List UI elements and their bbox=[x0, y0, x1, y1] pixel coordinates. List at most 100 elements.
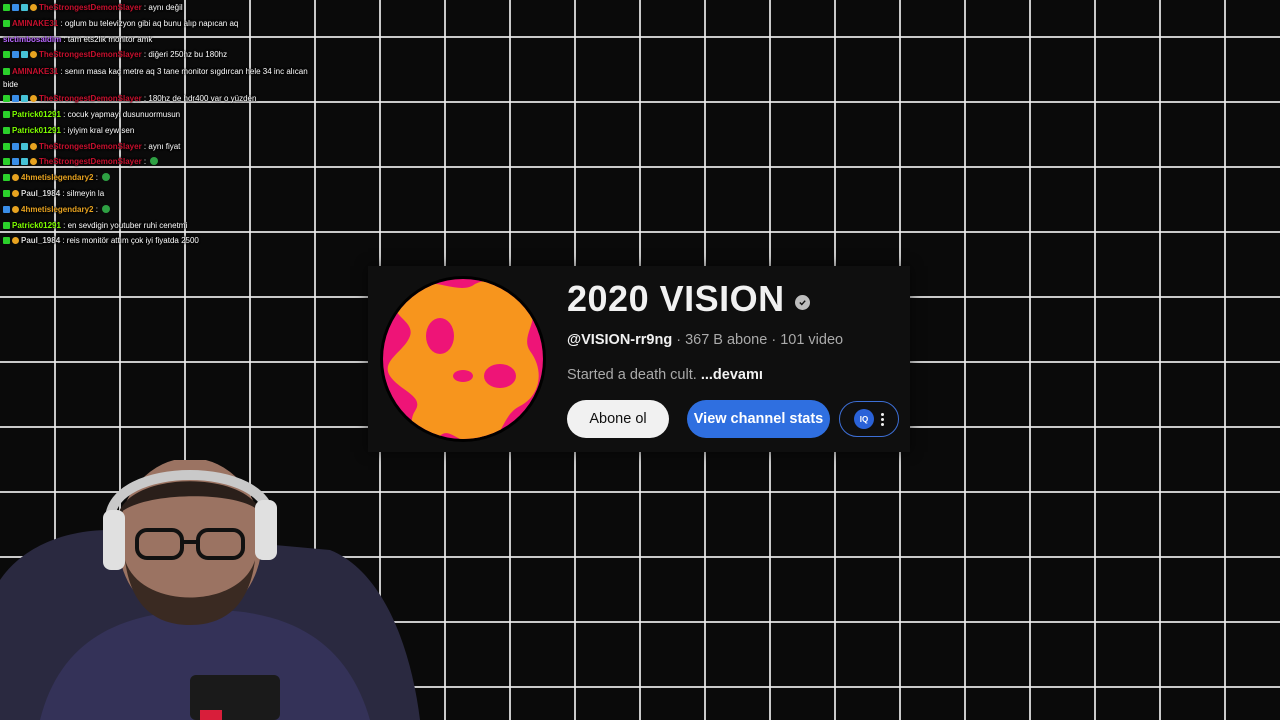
chat-username[interactable]: Patrick01291 bbox=[12, 221, 61, 230]
chat-username[interactable]: Patrick01291 bbox=[12, 126, 61, 135]
chat-text: : diğeri 250hz bu 180hz bbox=[141, 50, 228, 60]
chat-message: AMINAKE31 : oglum bu televizyon gibi aq … bbox=[0, 16, 330, 32]
chat-message: 4hmetislegendary2 : bbox=[0, 170, 330, 186]
chat-message: AMINAKE31 : senın masa kaç metre aq 3 ta… bbox=[0, 63, 323, 91]
chat-username[interactable]: AMINAKE31 bbox=[12, 67, 58, 76]
chat-text: : 180hz de hdr400 var o yüzden bbox=[141, 94, 257, 104]
chat-username[interactable]: TheStrongestDemonSlayer bbox=[39, 94, 142, 103]
verified-check-icon bbox=[794, 294, 810, 310]
green-badge-icon bbox=[3, 142, 10, 150]
cyan-badge-icon bbox=[21, 95, 28, 103]
chat-username[interactable]: Paul_1984 bbox=[21, 189, 60, 198]
chat-message: Paul_1984 : silmeyin la bbox=[0, 186, 330, 202]
iq-logo-icon: IQ bbox=[854, 409, 874, 429]
green-badge-icon bbox=[3, 51, 10, 59]
cyan-badge-icon bbox=[21, 4, 28, 11]
green-badge-icon bbox=[3, 174, 10, 182]
channel-title: 2020 VISION bbox=[567, 278, 785, 319]
view-channel-stats-button[interactable]: View channel stats bbox=[687, 400, 830, 438]
chat-overlay: TheStrongestDemonSlayer : aynı değil AMIN… bbox=[0, 0, 330, 249]
chat-username[interactable]: Paul_1984 bbox=[21, 236, 60, 245]
chat-text: : bbox=[93, 173, 98, 183]
chat-username[interactable]: AMINAKE31 bbox=[12, 19, 58, 28]
chat-username[interactable]: 4hmetislegendary2 bbox=[21, 205, 93, 214]
orange-badge-icon bbox=[30, 95, 37, 103]
chat-message: TheStrongestDemonSlayer : bbox=[0, 154, 330, 170]
blue-badge-icon bbox=[12, 158, 19, 166]
more-link[interactable]: ...devamı bbox=[701, 367, 763, 383]
avatar-dot bbox=[453, 370, 473, 382]
title-row: 2020 VISION bbox=[567, 278, 810, 320]
green-badge-icon bbox=[3, 110, 10, 118]
chat-message: Patrick01291 : iyiyim kral eyw sen bbox=[0, 123, 330, 139]
orange-badge-icon bbox=[30, 142, 37, 150]
blue-badge-icon bbox=[12, 51, 19, 59]
channel-meta: @VISION-rr9ng · 367 B abone · 101 video bbox=[567, 332, 843, 348]
emote-icon bbox=[101, 204, 110, 213]
green-badge-icon bbox=[3, 19, 10, 27]
webcam-feed bbox=[0, 460, 420, 720]
green-badge-icon bbox=[3, 237, 10, 245]
channel-card: 2020 VISION @VISION-rr9ng · 367 B abone … bbox=[368, 266, 910, 452]
blue-badge-icon bbox=[12, 4, 19, 11]
chat-text: : cocuk yapmayi dusunuormusun bbox=[60, 109, 181, 119]
chat-message: Patrick01291 : cocuk yapmayi dusunuormus… bbox=[0, 107, 330, 123]
cyan-badge-icon bbox=[21, 158, 28, 166]
orange-badge-icon bbox=[12, 174, 19, 182]
subscribe-button[interactable]: Abone ol bbox=[567, 400, 669, 438]
green-badge-icon bbox=[3, 4, 10, 11]
green-badge-icon bbox=[3, 189, 10, 197]
chat-text: : oglum bu televizyon gibi aq bunu alıp … bbox=[58, 18, 239, 28]
orange-badge-icon bbox=[30, 51, 37, 59]
chat-text: : en sevdigin youtuber ruhi cenetmi bbox=[60, 220, 188, 230]
chat-text: : reis monitör attım çok iyi fiyatda 250… bbox=[60, 236, 199, 246]
chat-message: TheStrongestDemonSlayer : aynı fiyat bbox=[0, 139, 330, 155]
extension-menu-button[interactable]: IQ bbox=[839, 401, 899, 437]
green-badge-icon bbox=[3, 158, 10, 166]
cyan-badge-icon bbox=[21, 142, 28, 150]
cyan-badge-icon bbox=[21, 51, 28, 59]
channel-avatar[interactable] bbox=[380, 276, 546, 442]
emote-icon bbox=[101, 173, 110, 182]
orange-badge-icon bbox=[12, 237, 19, 245]
channel-stats: · 367 B abone · 101 video bbox=[672, 332, 844, 348]
chat-username[interactable]: Patrick01291 bbox=[12, 110, 61, 119]
emote-icon bbox=[150, 157, 159, 166]
chat-message: TheStrongestDemonSlayer : aynı değil bbox=[0, 0, 330, 16]
avatar-spot bbox=[426, 318, 454, 354]
orange-badge-icon bbox=[30, 4, 37, 11]
chat-text: : aynı değil bbox=[141, 3, 183, 12]
green-badge-icon bbox=[3, 221, 10, 229]
chat-text: : aynı fiyat bbox=[141, 141, 181, 151]
channel-description[interactable]: Started a death cult. ...devamı bbox=[567, 367, 763, 383]
chat-username[interactable]: TheStrongestDemonSlayer bbox=[39, 142, 142, 151]
chat-username[interactable]: TheStrongestDemonSlayer bbox=[39, 50, 142, 59]
chat-message: sictimbosaldim : tam ets2lik monitor amk bbox=[0, 32, 330, 48]
more-vert-icon bbox=[881, 412, 884, 426]
chat-text: : bbox=[141, 157, 147, 167]
green-badge-icon bbox=[3, 95, 10, 103]
chat-username[interactable]: TheStrongestDemonSlayer bbox=[39, 157, 142, 166]
channel-handle: @VISION-rr9ng bbox=[567, 332, 673, 348]
chat-message: Paul_1984 : reis monitör attım çok iyi f… bbox=[0, 233, 330, 249]
green-badge-icon bbox=[3, 126, 10, 134]
orange-badge-icon bbox=[12, 189, 19, 197]
chat-message: TheStrongestDemonSlayer : diğeri 250hz b… bbox=[0, 47, 330, 63]
blue-badge-icon bbox=[12, 95, 19, 103]
orange-badge-icon bbox=[12, 205, 19, 213]
chat-message: TheStrongestDemonSlayer : 180hz de hdr40… bbox=[0, 91, 330, 107]
green-badge-icon bbox=[3, 68, 10, 76]
chat-username[interactable]: 4hmetislegendary2 bbox=[21, 173, 93, 182]
chat-username[interactable]: TheStrongestDemonSlayer bbox=[39, 3, 142, 12]
chat-message: Patrick01291 : en sevdigin youtuber ruhi… bbox=[0, 218, 330, 234]
chat-message: 4hmetislegendary2 : bbox=[0, 202, 330, 218]
chat-text: : iyiyim kral eyw sen bbox=[60, 125, 135, 135]
avatar-spot bbox=[484, 364, 516, 388]
chat-username[interactable]: sictimbosaldim bbox=[3, 35, 61, 44]
chat-text: : silmeyin la bbox=[60, 188, 105, 198]
blue-badge-icon bbox=[3, 205, 10, 213]
description-text: Started a death cult. bbox=[567, 367, 701, 383]
blue-badge-icon bbox=[12, 142, 19, 150]
chat-text: : bbox=[93, 204, 98, 214]
orange-badge-icon bbox=[30, 158, 37, 166]
